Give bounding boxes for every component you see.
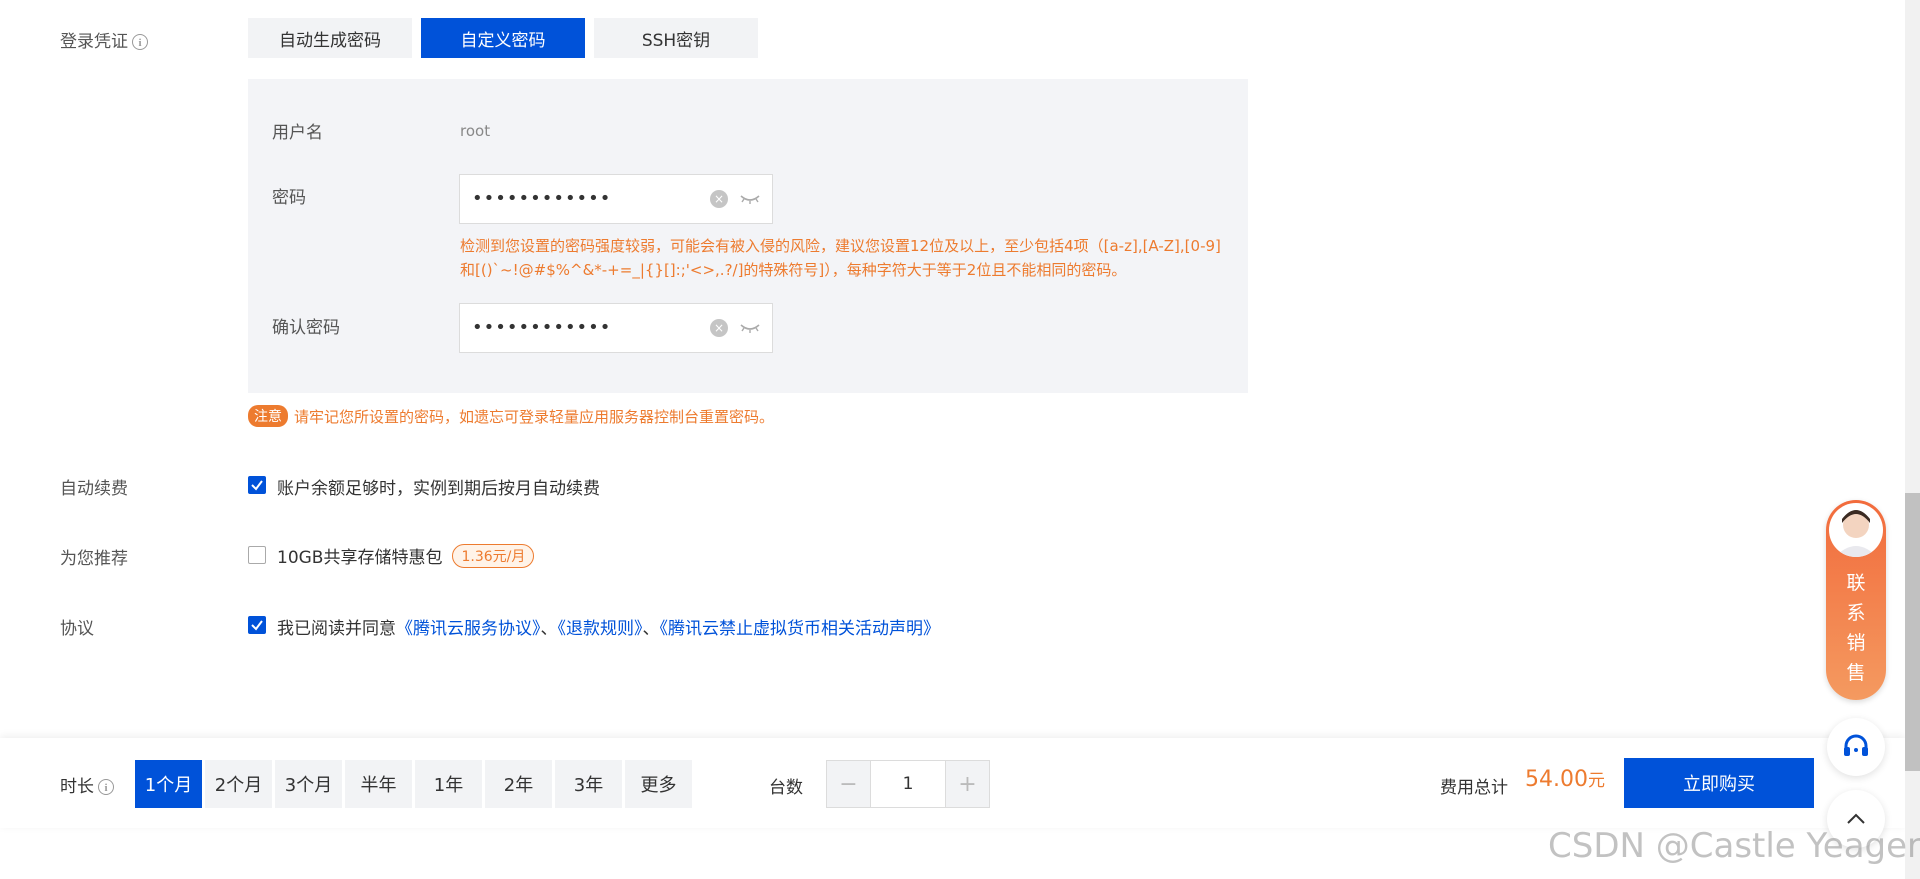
agreement-checkbox[interactable] xyxy=(248,616,266,634)
contact-char: 系 xyxy=(1846,602,1866,624)
contact-char: 联 xyxy=(1846,572,1866,594)
recommend-row: 10GB共享存储特惠包 1.36元/月 xyxy=(277,543,535,568)
agreement-label: 协议 xyxy=(60,619,94,639)
password-input[interactable]: •••••••••••• × xyxy=(459,174,773,224)
option-custom-password[interactable]: 自定义密码 xyxy=(421,18,585,58)
quantity-input[interactable]: 1 xyxy=(870,761,946,807)
price-badge: 1.36元/月 xyxy=(452,543,535,568)
auto-renew-label: 自动续费 xyxy=(60,479,128,499)
support-button[interactable] xyxy=(1827,718,1885,776)
auto-renew-checkbox[interactable] xyxy=(248,476,266,494)
agreement-text: 我已阅读并同意《腾讯云服务协议》、《退款规则》、《腾讯云禁止虚拟货币相关活动声明… xyxy=(277,614,940,639)
duration-label-text: 时长 xyxy=(60,777,94,797)
sales-avatar xyxy=(1829,503,1883,557)
clear-icon[interactable]: × xyxy=(710,190,728,208)
username-label: 用户名 xyxy=(272,123,323,143)
total-amount: 54.00 xyxy=(1525,767,1588,792)
contact-sales-widget[interactable]: 联 系 销 售 xyxy=(1826,500,1886,700)
info-icon[interactable]: i xyxy=(132,34,148,50)
eye-closed-icon[interactable] xyxy=(740,194,760,204)
credentials-label-text: 登录凭证 xyxy=(60,32,128,52)
quantity-minus-button[interactable]: − xyxy=(827,761,870,807)
duration-1-year[interactable]: 1年 xyxy=(415,760,482,808)
recommend-text: 10GB共享存储特惠包 xyxy=(277,548,443,568)
duration-half-year[interactable]: 半年 xyxy=(345,760,412,808)
password-warning-line1: 检测到您设置的密码强度较弱，可能会有被入侵的风险，建议您设置12位及以上，至少包… xyxy=(460,237,1221,255)
password-warning: 检测到您设置的密码强度较弱，可能会有被入侵的风险，建议您设置12位及以上，至少包… xyxy=(460,234,1240,282)
headset-icon xyxy=(1844,734,1868,756)
check-icon xyxy=(251,620,263,631)
duration-label: 时长 i xyxy=(60,772,114,797)
recommend-label: 为您推荐 xyxy=(60,549,128,569)
contact-char: 销 xyxy=(1846,632,1866,654)
password-label: 密码 xyxy=(272,188,306,208)
contact-sales-text: 联 系 销 售 xyxy=(1826,568,1886,688)
auto-renew-text: 账户余额足够时，实例到期后按月自动续费 xyxy=(277,479,600,499)
quantity-plus-button[interactable]: + xyxy=(946,761,989,807)
separator: 、 xyxy=(642,619,660,639)
confirm-password-input[interactable]: •••••••••••• × xyxy=(459,303,773,353)
duration-2-years[interactable]: 2年 xyxy=(485,760,552,808)
clear-icon[interactable]: × xyxy=(710,319,728,337)
chevron-up-icon xyxy=(1847,813,1865,824)
contact-char: 售 xyxy=(1846,662,1866,684)
check-icon xyxy=(251,480,263,491)
option-ssh-key[interactable]: SSH密钥 xyxy=(594,18,758,58)
username-value: root xyxy=(460,122,491,140)
agent-avatar-icon xyxy=(1835,510,1877,557)
password-warning-line2: 和[()`~!@#$%^&*-+=_|{}[]:;'<>,.?/]的特殊符号]）… xyxy=(460,261,1127,279)
duration-1-month[interactable]: 1个月 xyxy=(135,760,202,808)
confirm-password-value: •••••••••••• xyxy=(472,317,612,338)
total-label: 费用总计 xyxy=(1440,778,1508,798)
duration-3-years[interactable]: 3年 xyxy=(555,760,622,808)
password-value: •••••••••••• xyxy=(472,188,612,209)
info-icon[interactable]: i xyxy=(98,779,114,795)
notice-badge: 注意 xyxy=(248,405,288,427)
quantity-stepper: − 1 + xyxy=(826,760,990,808)
duration-2-months[interactable]: 2个月 xyxy=(205,760,272,808)
scrollbar-thumb[interactable] xyxy=(1905,493,1920,771)
watermark: CSDN @Castle Yeager xyxy=(1548,826,1920,866)
agreement-prefix: 我已阅读并同意 xyxy=(277,619,396,639)
refund-rules-link[interactable]: 《退款规则》 xyxy=(558,619,643,639)
option-auto-password[interactable]: 自动生成密码 xyxy=(248,18,412,58)
confirm-password-label: 确认密码 xyxy=(272,318,340,338)
buy-now-button[interactable]: 立即购买 xyxy=(1624,758,1814,808)
notice-row: 注意 请牢记您所设置的密码，如遗忘可登录轻量应用服务器控制台重置密码。 xyxy=(248,405,774,427)
quantity-label: 台数 xyxy=(769,778,803,798)
credentials-label: 登录凭证 i xyxy=(60,27,148,52)
total-price: 54.00元 xyxy=(1525,766,1605,792)
eye-closed-icon[interactable] xyxy=(740,323,760,333)
duration-more[interactable]: 更多 xyxy=(625,760,692,808)
recommend-checkbox[interactable] xyxy=(248,546,266,564)
separator: 、 xyxy=(540,619,558,639)
service-agreement-link[interactable]: 《腾讯云服务协议》 xyxy=(396,619,541,639)
notice-text: 请牢记您所设置的密码，如遗忘可登录轻量应用服务器控制台重置密码。 xyxy=(294,407,775,426)
total-unit: 元 xyxy=(1587,771,1605,791)
duration-3-months[interactable]: 3个月 xyxy=(275,760,342,808)
crypto-statement-link[interactable]: 《腾讯云禁止虚拟货币相关活动声明》 xyxy=(660,619,941,639)
